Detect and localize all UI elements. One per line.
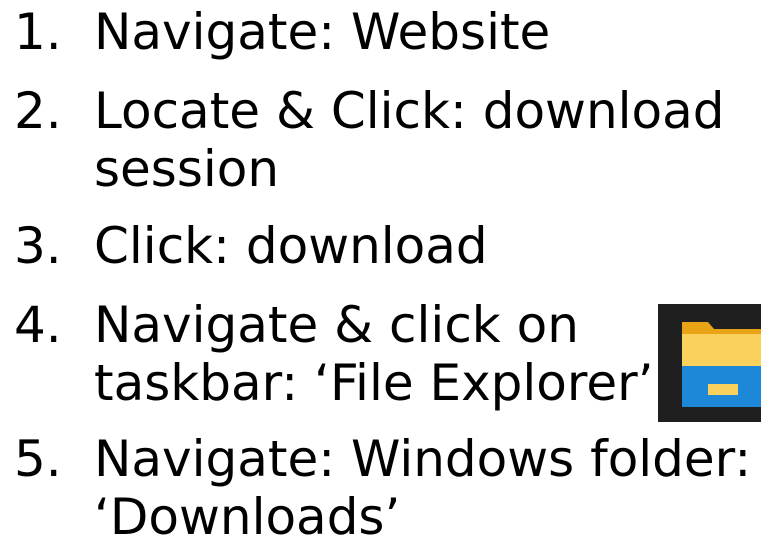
- step-line: ‘Downloads’: [94, 488, 401, 546]
- step-line: session: [94, 140, 280, 198]
- instruction-list: 1. Navigate: Website 2. Locate & Click: …: [0, 0, 761, 546]
- step-text: Click: download: [94, 217, 488, 275]
- step-text: Navigate: Windows folder: ‘Downloads’: [94, 430, 751, 546]
- step-text: Navigate & click on taskbar: ‘File Explo…: [94, 296, 654, 412]
- step-line: Click: download: [94, 217, 488, 275]
- step-number: 4.: [14, 296, 62, 354]
- drawer-handle: [708, 384, 738, 395]
- step-line: Navigate: Website: [94, 3, 551, 61]
- step-number: 3.: [14, 217, 62, 275]
- step-text: Navigate: Website: [94, 3, 550, 61]
- step-number: 2.: [14, 82, 62, 140]
- step-text: Locate & Click: download session: [94, 82, 725, 198]
- step-line: Navigate & click on: [94, 296, 579, 354]
- step-line: Navigate: Windows folder:: [94, 430, 752, 488]
- step-number: 1.: [14, 3, 62, 61]
- step-line: taskbar: ‘File Explorer’: [94, 354, 654, 412]
- folder-graphic: [682, 322, 761, 407]
- step-number: 5.: [14, 430, 62, 488]
- step-line: Locate & Click: download: [94, 82, 725, 140]
- file-explorer-icon: [658, 304, 761, 422]
